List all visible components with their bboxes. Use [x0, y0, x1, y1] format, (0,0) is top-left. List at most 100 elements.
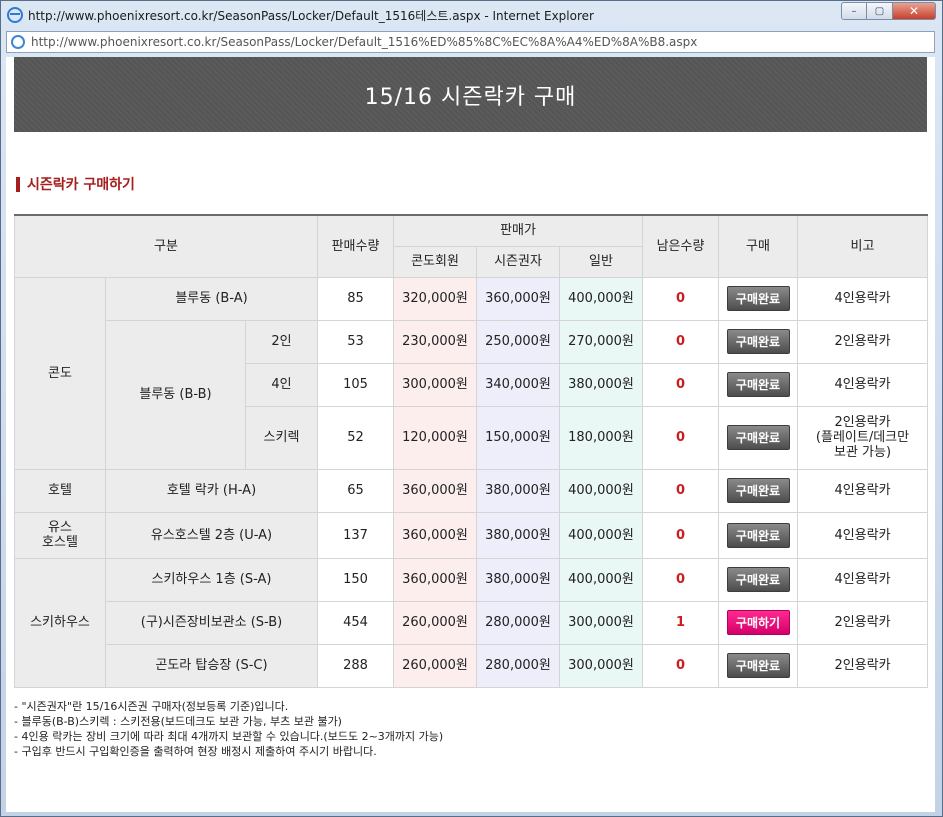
window-controls: – ▢ ✕ — [841, 2, 936, 20]
purchase-button[interactable]: 구매하기 — [726, 610, 790, 635]
remark: 4인용락카 — [797, 362, 929, 407]
row-subtype: 4인 — [245, 362, 318, 407]
purchase-cell: 구매하기 — [718, 600, 799, 645]
header-price-season: 시즌권자 — [476, 245, 560, 278]
row-name: 호텔 락카 (H-A) — [105, 468, 318, 513]
table-row: 콘도 블루동 (B-A) 85 320,000원 360,000원 400,00… — [14, 276, 929, 470]
price-season: 150,000원 — [476, 405, 560, 470]
row-subtype: 2인 — [245, 319, 318, 364]
price-season: 380,000원 — [476, 468, 560, 513]
purchase-cell: 구매완료 — [718, 511, 799, 559]
sales-qty: 52 — [317, 405, 394, 470]
price-condo: 300,000원 — [393, 362, 477, 407]
price-general: 300,000원 — [558, 600, 644, 645]
remaining-qty: 0 — [642, 557, 720, 602]
price-season: 340,000원 — [476, 362, 560, 407]
section-marker — [16, 176, 20, 192]
table-row: 유스 호스텔 유스호스텔 2층 (U-A) 137 360,000원 380,0… — [14, 511, 929, 559]
purchase-cell: 구매완료 — [718, 362, 799, 407]
url-text[interactable]: http://www.phoenixresort.co.kr/SeasonPas… — [31, 35, 697, 49]
group-condo: 콘도 — [14, 276, 106, 470]
purchase-complete-button[interactable]: 구매완료 — [726, 522, 790, 548]
header-sales-qty: 판매수량 — [317, 214, 394, 278]
price-season: 380,000원 — [476, 557, 560, 602]
note-item: - "시즌권자"란 15/16시즌권 구매자(정보등록 기준)입니다. — [14, 700, 289, 713]
notes-list: - "시즌권자"란 15/16시즌권 구매자(정보등록 기준)입니다. - 블루… — [14, 699, 443, 759]
sales-qty: 454 — [317, 600, 394, 645]
purchase-complete-button[interactable]: 구매완료 — [726, 653, 790, 678]
address-bar[interactable]: http://www.phoenixresort.co.kr/SeasonPas… — [6, 31, 935, 53]
row-name: 곤도라 탑승장 (S-C) — [105, 643, 318, 688]
price-condo: 320,000원 — [393, 276, 477, 321]
row-name: 블루동 (B-B) — [105, 319, 246, 470]
sales-qty: 53 — [317, 319, 394, 364]
row-name: 블루동 (B-A) — [105, 276, 318, 321]
maximize-button[interactable]: ▢ — [867, 2, 893, 20]
price-general: 270,000원 — [558, 319, 644, 364]
minimize-button[interactable]: – — [841, 2, 867, 20]
price-general: 400,000원 — [558, 557, 644, 602]
remaining-qty: 0 — [642, 405, 720, 470]
page-icon — [11, 35, 25, 49]
sales-qty: 137 — [317, 511, 394, 559]
remaining-qty: 0 — [642, 511, 720, 559]
table-row: 호텔 호텔 락카 (H-A) 65 360,000원 380,000원 400,… — [14, 468, 929, 513]
window-title: http://www.phoenixresort.co.kr/SeasonPas… — [28, 8, 594, 23]
purchase-cell: 구매완료 — [718, 468, 799, 513]
remark: 4인용락카 — [797, 557, 929, 602]
table-row: 스키하우스 스키하우스 1층 (S-A) 150 360,000원 380,00… — [14, 557, 929, 688]
group-ski-house: 스키하우스 — [14, 557, 106, 688]
sales-qty: 288 — [317, 643, 394, 688]
price-general: 300,000원 — [558, 643, 644, 688]
table-row: (구)시즌장비보관소 (S-B) 454 260,000원 280,000원 3… — [15, 600, 929, 645]
header-price-general: 일반 — [558, 245, 644, 278]
remark: 2인용락카 — [797, 643, 929, 688]
purchase-cell: 구매완료 — [718, 276, 799, 321]
purchase-complete-button[interactable]: 구매완료 — [726, 478, 790, 503]
price-general: 400,000원 — [558, 276, 644, 321]
close-button[interactable]: ✕ — [893, 2, 936, 20]
browser-window: http://www.phoenixresort.co.kr/SeasonPas… — [0, 0, 943, 817]
purchase-complete-button[interactable]: 구매완료 — [726, 329, 790, 354]
header-price-condo: 콘도회원 — [393, 245, 477, 278]
row-subtype: 스키렉 — [245, 405, 318, 470]
price-condo: 360,000원 — [393, 557, 477, 602]
page-viewport: 15/16 시즌락카 구매 시즌락카 구매하기 구분 판매수량 판매가 남은수량… — [6, 57, 935, 812]
section-title: 시즌락카 구매하기 — [27, 177, 135, 193]
purchase-cell: 구매완료 — [718, 643, 799, 688]
purchase-complete-button[interactable]: 구매완료 — [726, 286, 790, 311]
header-purchase: 구매 — [718, 214, 799, 278]
purchase-complete-button[interactable]: 구매완료 — [726, 425, 790, 450]
remark: 4인용락카 — [797, 511, 929, 559]
table-row: 블루동 (B-B) 2인 53 230,000원 250,000원 270,00… — [15, 319, 929, 470]
price-season: 250,000원 — [476, 319, 560, 364]
remark: 2인용락카 — [797, 600, 929, 645]
group-youth-hostel: 유스 호스텔 — [14, 511, 106, 559]
remaining-qty: 1 — [642, 600, 720, 645]
price-general: 400,000원 — [558, 468, 644, 513]
price-condo: 260,000원 — [393, 600, 477, 645]
price-condo: 230,000원 — [393, 319, 477, 364]
remaining-qty: 0 — [642, 643, 720, 688]
price-condo: 360,000원 — [393, 468, 477, 513]
purchase-complete-button[interactable]: 구매완료 — [726, 372, 790, 397]
price-general: 400,000원 — [558, 511, 644, 559]
sales-qty: 105 — [317, 362, 394, 407]
price-season: 380,000원 — [476, 511, 560, 559]
price-season: 280,000원 — [476, 643, 560, 688]
table-row: 곤도라 탑승장 (S-C) 288 260,000원 280,000원 300,… — [15, 643, 929, 688]
sales-qty: 85 — [317, 276, 394, 321]
locker-price-table: 구분 판매수량 판매가 남은수량 구매 비고 콘도회원 시즌권자 일반 콘도 블… — [14, 214, 929, 688]
remark: 4인용락카 — [797, 276, 929, 321]
note-item: - 블루동(B-B)스키렉 : 스키전용(보드데크도 보관 가능, 부츠 보관 … — [14, 715, 342, 728]
internet-explorer-icon — [7, 7, 23, 23]
group-hotel: 호텔 — [14, 468, 106, 513]
remaining-qty: 0 — [642, 468, 720, 513]
price-season: 360,000원 — [476, 276, 560, 321]
remaining-qty: 0 — [642, 276, 720, 321]
purchase-complete-button[interactable]: 구매완료 — [726, 567, 790, 592]
header-remark: 비고 — [797, 214, 929, 278]
page-banner: 15/16 시즌락카 구매 — [14, 57, 927, 132]
page-title: 15/16 시즌락카 구매 — [364, 84, 577, 110]
note-item: - 구입후 반드시 구입확인증을 출력하여 현장 배정시 제출하여 주시기 바랍… — [14, 745, 377, 758]
